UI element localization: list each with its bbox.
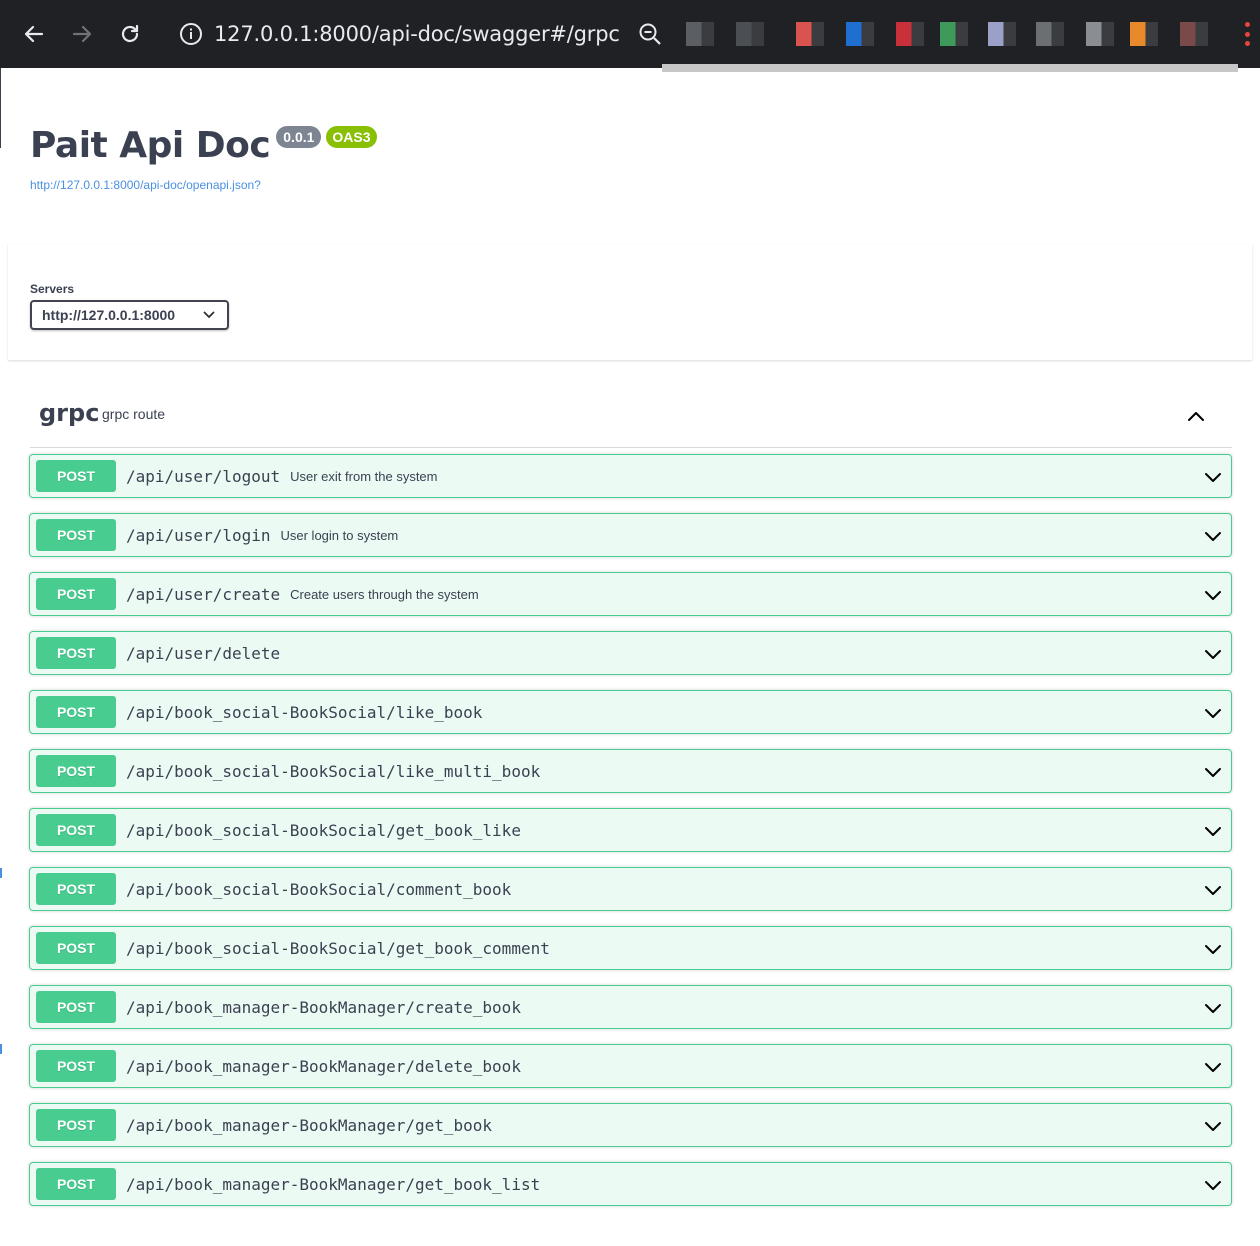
operation-path[interactable]: /api/book_manager-BookManager/get_book_l… (126, 1175, 540, 1194)
server-select[interactable]: http://127.0.0.1:8000 (30, 300, 229, 330)
reload-button[interactable] (112, 16, 148, 52)
server-select-value: http://127.0.0.1:8000 (42, 307, 176, 323)
chevron-down-icon[interactable] (1201, 996, 1225, 1020)
operation-row[interactable]: POST/api/book_manager-BookManager/get_bo… (29, 1162, 1232, 1206)
method-badge-post: POST (36, 460, 116, 492)
extension-3-icon[interactable] (796, 22, 824, 46)
operation-path[interactable]: /api/book_manager-BookManager/create_boo… (126, 998, 521, 1017)
chevron-down-icon[interactable] (1201, 1114, 1225, 1138)
extension-7-icon[interactable] (988, 22, 1016, 46)
method-badge-post: POST (36, 1050, 116, 1082)
operation-row[interactable]: POST/api/book_social-BookSocial/like_boo… (29, 690, 1232, 734)
chevron-down-icon[interactable] (1201, 701, 1225, 725)
method-badge-post: POST (36, 1109, 116, 1141)
api-info-header: Pait Api Doc 0.0.1 OAS3 (30, 122, 377, 170)
operation-path[interactable]: /api/book_social-BookSocial/like_book (126, 703, 482, 722)
extension-8-icon[interactable] (1036, 22, 1064, 46)
chevron-down-icon[interactable] (1201, 583, 1225, 607)
operation-path[interactable]: /api/user/create (126, 585, 280, 604)
chevron-down-icon[interactable] (1201, 1173, 1225, 1197)
arrow-right-icon (72, 25, 92, 43)
chevron-down-icon (203, 311, 215, 319)
tag-header-grpc[interactable]: grpc grpc route (30, 390, 1232, 448)
operation-row[interactable]: POST/api/user/logout User exit from the s… (29, 454, 1232, 498)
page-title: Pait Api Doc (30, 125, 271, 166)
edge-mark (0, 868, 2, 878)
method-badge-post: POST (36, 696, 116, 728)
method-badge-post: POST (36, 1168, 116, 1200)
method-badge-post: POST (36, 932, 116, 964)
chevron-down-icon[interactable] (1201, 760, 1225, 784)
extension-9-icon[interactable] (1086, 22, 1114, 46)
operation-path[interactable]: /api/book_social-BookSocial/comment_book (126, 880, 511, 899)
back-button[interactable] (16, 16, 52, 52)
operation-row[interactable]: POST/api/book_manager-BookManager/delete… (29, 1044, 1232, 1088)
method-badge-post: POST (36, 814, 116, 846)
tag-description: grpc route (102, 406, 166, 422)
extension-1-icon[interactable] (686, 22, 714, 46)
extension-2-icon[interactable] (736, 22, 764, 46)
extension-5-icon[interactable] (896, 22, 924, 46)
extension-10-icon[interactable] (1130, 22, 1158, 46)
method-badge-post: POST (36, 873, 116, 905)
chevron-down-icon[interactable] (1201, 642, 1225, 666)
address-bar[interactable]: 127.0.0.1:8000/api-doc/swagger#/grpc (170, 10, 630, 58)
extension-11-icon[interactable] (1180, 22, 1208, 46)
operation-path[interactable]: /api/book_manager-BookManager/get_book (126, 1116, 492, 1135)
chevron-up-icon[interactable] (1184, 404, 1208, 428)
operation-path[interactable]: /api/book_social-BookSocial/like_multi_b… (126, 762, 540, 781)
browser-menu-icon[interactable] (1238, 18, 1256, 50)
zoom-icon[interactable] (638, 22, 664, 46)
operations-list: POST/api/user/logout User exit from the s… (29, 454, 1232, 1221)
operation-summary: User exit from the system (290, 468, 438, 484)
operation-row[interactable]: POST/api/book_manager-BookManager/get_bo… (29, 1103, 1232, 1147)
method-badge-post: POST (36, 755, 116, 787)
method-badge-post: POST (36, 991, 116, 1023)
operation-path[interactable]: /api/book_social-BookSocial/get_book_com… (126, 939, 550, 958)
extension-6-icon[interactable] (940, 22, 968, 46)
method-badge-post: POST (36, 519, 116, 551)
operation-summary: User login to system (280, 527, 399, 543)
arrow-left-icon (24, 25, 44, 43)
operation-row[interactable]: POST/api/book_social-BookSocial/get_book… (29, 808, 1232, 852)
toolbar-scroll-indicator (662, 64, 1238, 72)
operation-path[interactable]: /api/user/login (126, 526, 271, 545)
reload-icon (121, 24, 139, 43)
address-url[interactable]: 127.0.0.1:8000/api-doc/swagger#/grpc (214, 22, 620, 46)
forward-button[interactable] (64, 16, 100, 52)
chevron-down-icon[interactable] (1201, 878, 1225, 902)
chevron-down-icon[interactable] (1201, 937, 1225, 961)
oas-badge: OAS3 (326, 126, 377, 148)
servers-label: Servers (30, 282, 75, 296)
operation-path[interactable]: /api/user/delete (126, 644, 280, 663)
chevron-down-icon[interactable] (1201, 524, 1225, 548)
openapi-spec-link[interactable]: http://127.0.0.1:8000/api-doc/openapi.js… (30, 178, 261, 192)
version-badge: 0.0.1 (276, 126, 322, 148)
method-badge-post: POST (36, 637, 116, 669)
operation-path[interactable]: /api/user/logout (126, 467, 280, 486)
chevron-down-icon[interactable] (1201, 819, 1225, 843)
operation-row[interactable]: POST/api/book_manager-BookManager/create… (29, 985, 1232, 1029)
info-icon[interactable] (178, 21, 204, 47)
operation-path[interactable]: /api/book_social-BookSocial/get_book_lik… (126, 821, 521, 840)
method-badge-post: POST (36, 578, 116, 610)
chevron-down-icon[interactable] (1201, 1055, 1225, 1079)
operation-row[interactable]: POST/api/user/login User login to system (29, 513, 1232, 557)
operation-row[interactable]: POST/api/book_social-BookSocial/get_book… (29, 926, 1232, 970)
operation-summary: Create users through the system (290, 586, 479, 602)
extension-4-icon[interactable] (846, 22, 874, 46)
browser-toolbar: 127.0.0.1:8000/api-doc/swagger#/grpc (0, 0, 1260, 68)
chevron-down-icon[interactable] (1201, 465, 1225, 489)
operation-row[interactable]: POST/api/book_social-BookSocial/like_mul… (29, 749, 1232, 793)
edge-line (0, 68, 1, 148)
operation-row[interactable]: POST/api/user/delete (29, 631, 1232, 675)
edge-mark (0, 1044, 2, 1054)
operation-path[interactable]: /api/book_manager-BookManager/delete_boo… (126, 1057, 521, 1076)
tag-name[interactable]: grpc (39, 399, 99, 427)
operation-row[interactable]: POST/api/book_social-BookSocial/comment_… (29, 867, 1232, 911)
operation-row[interactable]: POST/api/user/create Create users through… (29, 572, 1232, 616)
